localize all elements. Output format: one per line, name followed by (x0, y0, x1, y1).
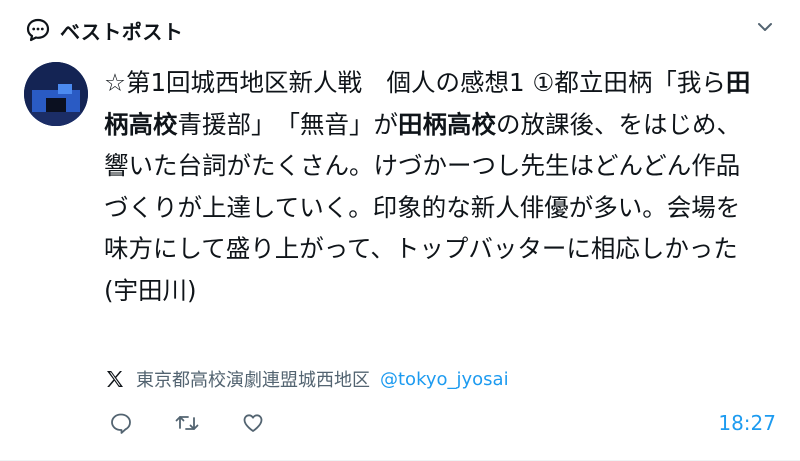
x-logo-icon (104, 368, 126, 390)
source-name[interactable]: 東京都高校演劇連盟城西地区 (136, 366, 370, 392)
best-post-card: ベストポスト ☆第1回城西地区新人戦 個人の感想1 ①都立田柄「我ら田柄高校青援… (0, 0, 800, 461)
avatar[interactable] (24, 62, 88, 126)
like-icon[interactable] (240, 410, 266, 436)
source-row: 東京都高校演劇連盟城西地区 @tokyo_jyosai (104, 364, 509, 394)
action-bar (108, 408, 266, 438)
chevron-down-icon[interactable] (752, 14, 778, 40)
tweet-text-segment: 青援部」 「無音」が (177, 109, 399, 139)
source-handle[interactable]: @tokyo_jyosai (380, 369, 509, 390)
speech-bubble-icon (24, 16, 52, 44)
tweet-text-bold: 田柄高校 (398, 109, 496, 139)
timestamp[interactable]: 18:27 (718, 408, 776, 438)
header-title: ベストポスト (60, 19, 184, 44)
retweet-icon[interactable] (174, 410, 200, 436)
tweet-text-segment: ☆第1回城西地区新人戦 個人の感想1 ①都立田柄「我ら (104, 68, 726, 97)
tweet-text: ☆第1回城西地区新人戦 個人の感想1 ①都立田柄「我ら田柄高校青援部」 「無音」… (104, 62, 754, 311)
reply-icon[interactable] (108, 410, 134, 436)
card-header: ベストポスト (24, 10, 183, 50)
